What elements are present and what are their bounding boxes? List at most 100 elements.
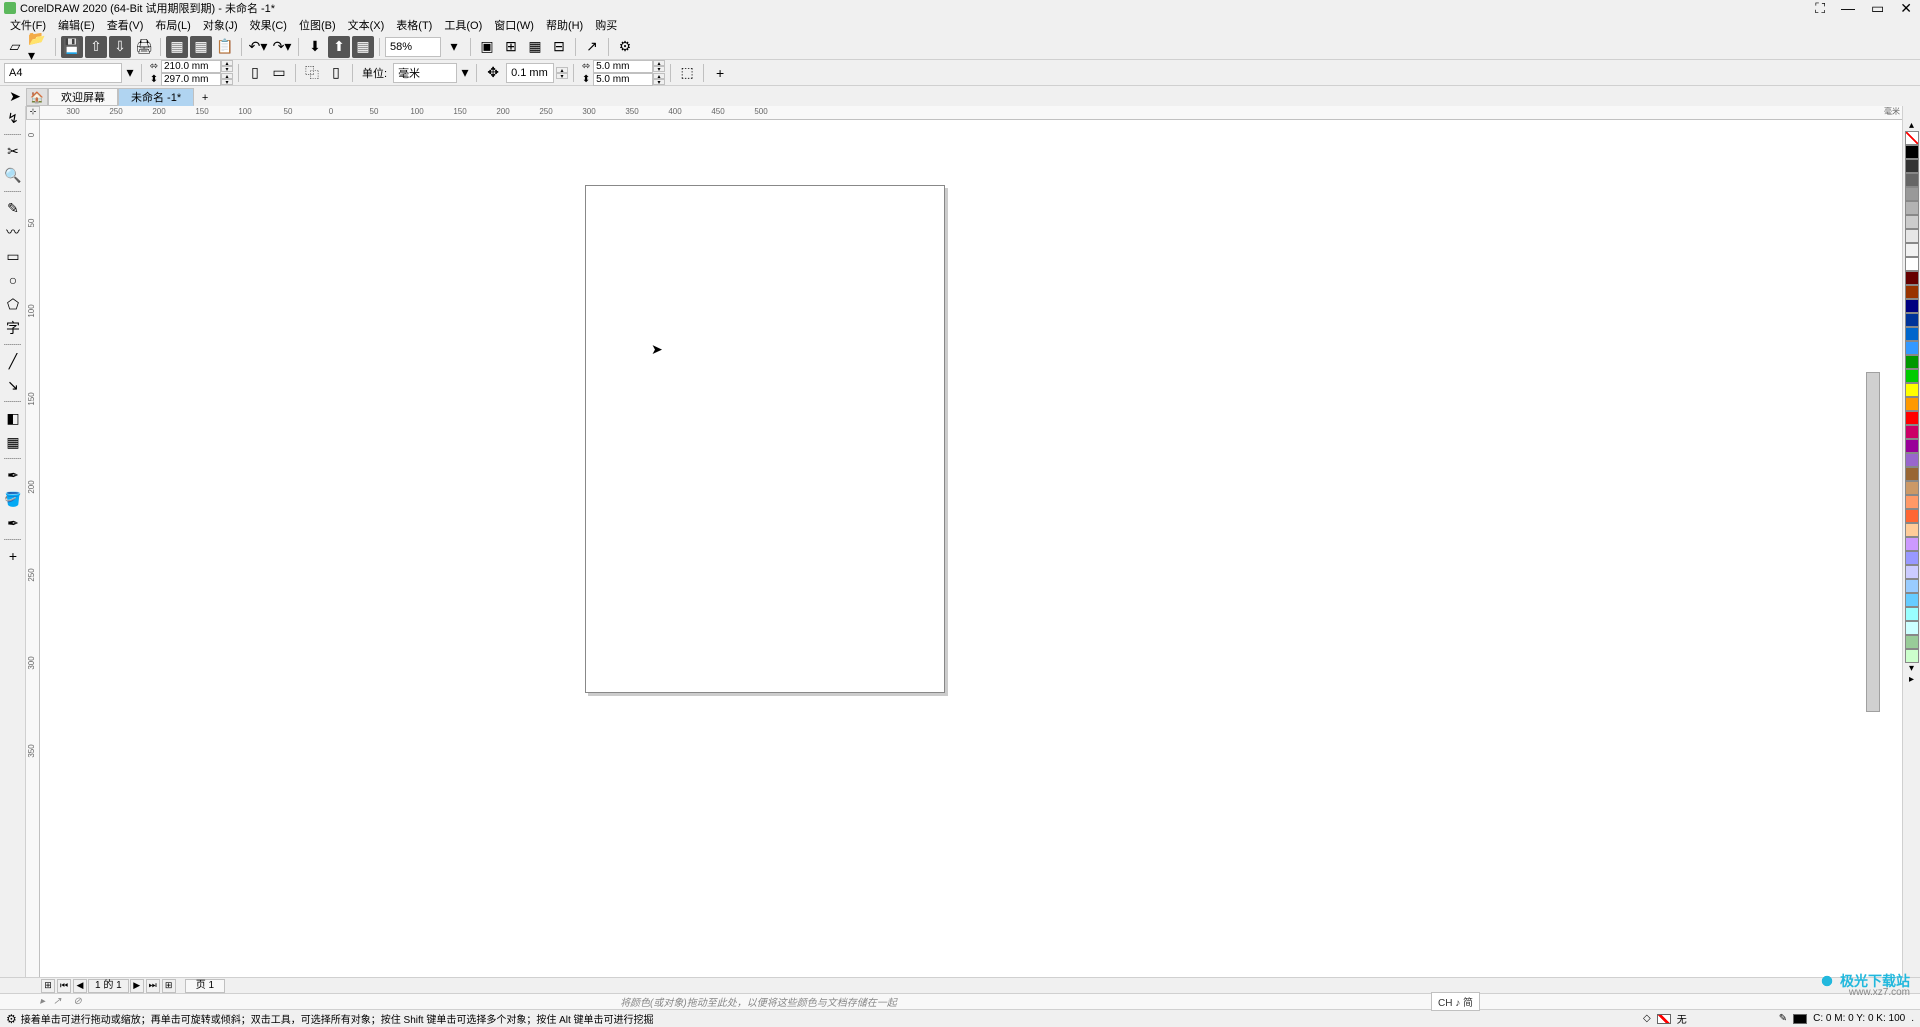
color-swatch-16[interactable] (1905, 369, 1919, 383)
print-button[interactable]: 🖨 (133, 36, 155, 58)
cut-button[interactable]: ▦ (166, 36, 188, 58)
color-swatch-29[interactable] (1905, 551, 1919, 565)
zoom-tool[interactable]: 🔍 (2, 165, 24, 185)
color-swatch-9[interactable] (1905, 271, 1919, 285)
vertical-scrollbar[interactable] (1866, 212, 1880, 927)
zoom-select[interactable] (385, 37, 441, 57)
color-swatch-35[interactable] (1905, 635, 1919, 649)
menu-item-11[interactable]: 帮助(H) (540, 16, 589, 34)
transparency-tool[interactable]: ▦ (2, 432, 24, 452)
color-swatch-13[interactable] (1905, 327, 1919, 341)
color-swatch-3[interactable] (1905, 187, 1919, 201)
menu-item-5[interactable]: 效果(C) (244, 16, 293, 34)
doc-palette-icon[interactable]: ↗ (53, 996, 61, 1007)
horizontal-scrollbar[interactable] (245, 979, 1900, 993)
color-swatch-30[interactable] (1905, 565, 1919, 579)
drop-shadow-tool[interactable]: ◧ (2, 408, 24, 428)
paste-button[interactable]: 📋 (214, 36, 236, 58)
artistic-media-tool[interactable]: 〰 (2, 222, 24, 242)
page-height-input[interactable] (161, 73, 221, 86)
close-icon[interactable]: ✕ (1896, 0, 1916, 17)
snap-button[interactable]: ⊞ (500, 36, 522, 58)
full-screen-button[interactable]: ▣ (476, 36, 498, 58)
landscape-button[interactable]: ▭ (268, 62, 290, 84)
customize-toolbox[interactable]: + (2, 546, 24, 566)
export-button[interactable]: ⬆ (328, 36, 350, 58)
color-swatch-24[interactable] (1905, 481, 1919, 495)
unit-select[interactable] (393, 63, 457, 83)
connector-tool[interactable]: ↘ (2, 375, 24, 395)
fill-swatch[interactable] (1657, 1014, 1671, 1024)
color-swatch-26[interactable] (1905, 509, 1919, 523)
dup-x-input[interactable] (593, 60, 653, 73)
palette-flyout-arrow[interactable]: ▸ (1903, 674, 1920, 685)
color-swatch-4[interactable] (1905, 201, 1919, 215)
welcome-tab[interactable]: 欢迎屏幕 (48, 88, 118, 106)
page-first[interactable]: ⏮ (57, 979, 71, 993)
color-swatch-8[interactable] (1905, 257, 1919, 271)
ime-indicator[interactable]: CH ♪ 简 (1431, 992, 1480, 1011)
ruler-origin[interactable]: ⊹ (26, 106, 40, 120)
page-add-after[interactable]: ⊞ (162, 979, 176, 993)
color-swatch-5[interactable] (1905, 215, 1919, 229)
color-swatch-25[interactable] (1905, 495, 1919, 509)
redo-button[interactable]: ↷▾ (271, 36, 293, 58)
unit-dropdown-icon[interactable]: ▾ (459, 62, 471, 84)
color-swatch-36[interactable] (1905, 649, 1919, 663)
color-swatch-31[interactable] (1905, 579, 1919, 593)
current-page-button[interactable]: ▯ (325, 62, 347, 84)
parallel-dim-tool[interactable]: ╱ (2, 351, 24, 371)
page-prev[interactable]: ◀ (73, 979, 87, 993)
paper-size-select[interactable] (4, 63, 122, 83)
menu-item-12[interactable]: 购买 (589, 16, 623, 34)
color-swatch-19[interactable] (1905, 411, 1919, 425)
color-swatch-6[interactable] (1905, 229, 1919, 243)
cloud-down-button[interactable]: ⇩ (109, 36, 131, 58)
freehand-tool[interactable]: ✎ (2, 198, 24, 218)
fill-tool[interactable]: 🪣 (2, 489, 24, 509)
color-swatch-10[interactable] (1905, 285, 1919, 299)
menu-item-3[interactable]: 布局(L) (149, 16, 196, 34)
no-fill-swatch[interactable] (1905, 131, 1919, 145)
color-swatch-11[interactable] (1905, 299, 1919, 313)
new-button[interactable]: ▱ (4, 36, 26, 58)
nudge-input[interactable] (506, 63, 554, 83)
color-swatch-23[interactable] (1905, 467, 1919, 481)
color-swatch-12[interactable] (1905, 313, 1919, 327)
grid-button[interactable]: ▦ (524, 36, 546, 58)
color-swatch-33[interactable] (1905, 607, 1919, 621)
dup-y-input[interactable] (593, 73, 653, 86)
dup-y-down[interactable]: ▾ (653, 79, 665, 85)
palette-down-arrow[interactable]: ▾ (1903, 663, 1920, 674)
restore-icon[interactable]: ⛶ (1811, 0, 1829, 17)
options-button[interactable]: ⚙ (614, 36, 636, 58)
horizontal-ruler[interactable]: 毫米 3002502001501005005010015020025030035… (40, 106, 1902, 120)
page-tab-1[interactable]: 页 1 (185, 979, 225, 993)
shape-tool[interactable]: ↯ (2, 108, 24, 128)
ellipse-tool[interactable]: ○ (2, 270, 24, 290)
color-swatch-32[interactable] (1905, 593, 1919, 607)
page-next[interactable]: ▶ (130, 979, 144, 993)
page-last[interactable]: ⏭ (146, 979, 160, 993)
menu-item-7[interactable]: 文本(X) (342, 16, 391, 34)
outline-tool[interactable]: ✒ (2, 513, 24, 533)
undo-button[interactable]: ↶▾ (247, 36, 269, 58)
color-swatch-17[interactable] (1905, 383, 1919, 397)
color-swatch-28[interactable] (1905, 537, 1919, 551)
canvas[interactable]: ➤ (40, 120, 1902, 987)
nav-prev-icon[interactable]: ▸ (40, 996, 45, 1007)
text-tool[interactable]: 字 (2, 318, 24, 338)
doc-nocolor-swatch[interactable]: ⊘ (73, 996, 81, 1007)
add-preset-button[interactable]: + (709, 62, 731, 84)
nudge-down[interactable]: ▾ (556, 73, 568, 79)
outline-swatch[interactable] (1793, 1014, 1807, 1024)
crop-tool[interactable]: ✂ (2, 141, 24, 161)
color-swatch-34[interactable] (1905, 621, 1919, 635)
import-button[interactable]: ⬇ (304, 36, 326, 58)
save-button[interactable]: 💾 (61, 36, 83, 58)
vertical-ruler[interactable]: 050100150200250300350 (26, 120, 40, 987)
width-down[interactable]: ▾ (221, 66, 233, 72)
zoom-dropdown-icon[interactable]: ▾ (443, 36, 465, 58)
color-swatch-18[interactable] (1905, 397, 1919, 411)
pick-tool-tab[interactable]: ➤ (4, 86, 26, 106)
